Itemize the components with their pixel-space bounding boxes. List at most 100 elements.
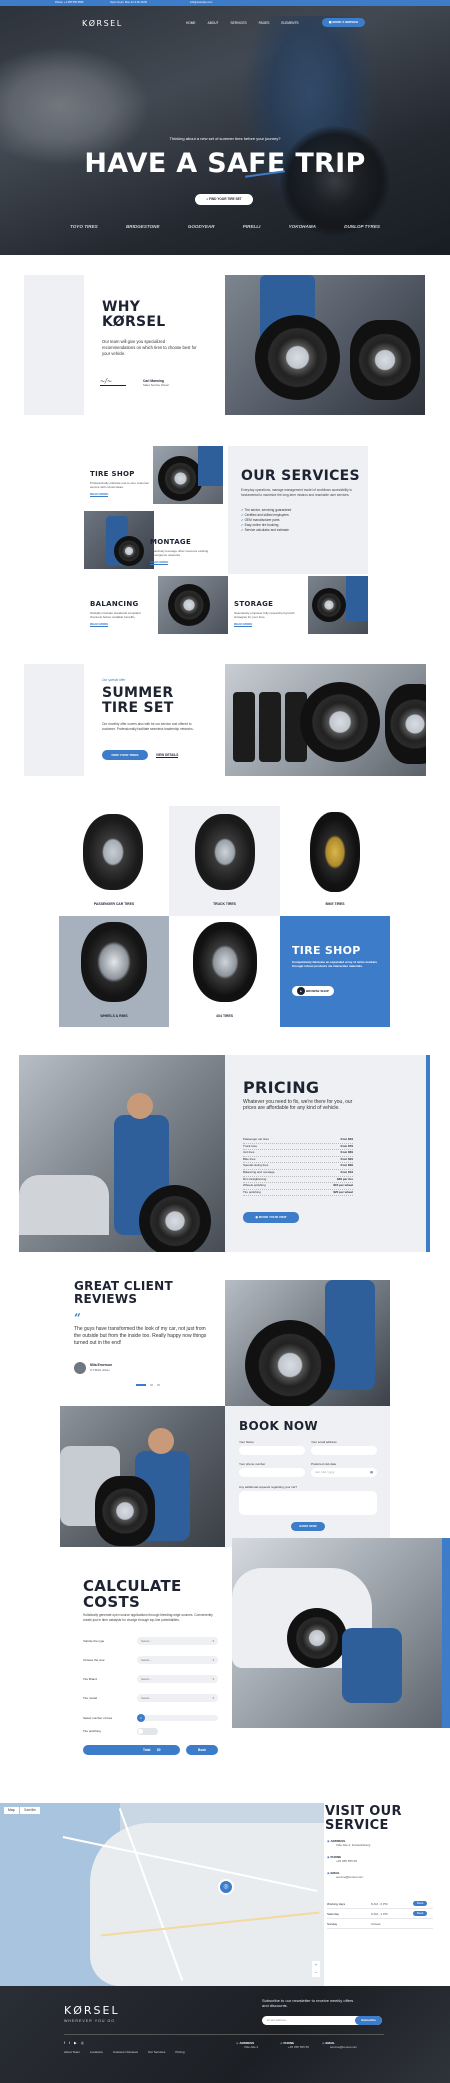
date-placeholder: mm / dd / yyyy bbox=[315, 1470, 335, 1474]
instagram-icon[interactable]: ◎ bbox=[81, 2041, 84, 2046]
twitter-icon[interactable]: t bbox=[69, 2041, 70, 2046]
polish-toggle[interactable] bbox=[137, 1728, 158, 1735]
subscribe-button[interactable]: Subscribe bbox=[355, 2016, 382, 2025]
email-value[interactable]: service@korsel.com bbox=[327, 1875, 363, 1879]
read-more-link[interactable]: READ MORE bbox=[90, 492, 109, 497]
land-area bbox=[90, 1823, 324, 1986]
calc-select[interactable]: Select... ▾ bbox=[137, 1656, 218, 1664]
product-wheels[interactable]: WHEELS & RIMS bbox=[59, 916, 169, 1027]
nav-logo[interactable]: KØRSEL bbox=[82, 19, 123, 30]
footer-email-value[interactable]: service@korsel.com bbox=[322, 2045, 357, 2049]
slider-handle[interactable]: 1 bbox=[137, 1714, 145, 1722]
footer-link[interactable]: Customer Reviews bbox=[113, 2050, 138, 2054]
product-truck[interactable]: TRUCK TIRES bbox=[169, 806, 280, 916]
summer-title-line-2: TIRE SET bbox=[102, 700, 174, 716]
calc-field-row: Tire model Select... ▾ bbox=[83, 1694, 218, 1713]
read-more-link[interactable]: READ MORE bbox=[150, 560, 169, 565]
calc-select[interactable]: Select... ▾ bbox=[137, 1694, 218, 1702]
phone-field[interactable] bbox=[239, 1468, 305, 1477]
review-pagination[interactable] bbox=[136, 1384, 160, 1386]
book-now-button[interactable]: BOOK NOW bbox=[291, 1522, 325, 1531]
map-tab-map[interactable]: Map bbox=[4, 1807, 19, 1814]
calc-select[interactable]: Select... ▾ bbox=[137, 1637, 218, 1645]
footer-link[interactable]: Pricing bbox=[175, 2050, 184, 2054]
facebook-icon[interactable]: f bbox=[64, 2041, 65, 2046]
product-label: WHEELS & RIMS bbox=[100, 1014, 128, 1018]
extra-textarea[interactable] bbox=[239, 1491, 377, 1515]
find-tire-button[interactable]: ● FIND YOUR TIRE SET bbox=[195, 194, 253, 205]
hours-time: Closed bbox=[371, 1922, 381, 1926]
tire-image bbox=[158, 456, 203, 501]
nav-item-about[interactable]: ABOUT bbox=[208, 21, 219, 25]
footer-link[interactable]: About Team bbox=[64, 2050, 80, 2054]
service-balancing[interactable]: BALANCING Globally incubate standards co… bbox=[90, 600, 152, 627]
phone-value[interactable]: +45 355 555 55 bbox=[327, 1859, 357, 1863]
pagination-dot[interactable] bbox=[150, 1384, 153, 1386]
price-value: from $49 bbox=[340, 1137, 353, 1141]
find-tires-button[interactable]: FIND YOUR TIRES bbox=[102, 750, 148, 760]
book-photo bbox=[60, 1406, 225, 1547]
visit-title-line-1: VISIT OUR bbox=[325, 1804, 402, 1819]
footer-links: About Team Locations Customer Reviews Ou… bbox=[64, 2050, 185, 2054]
name-field[interactable] bbox=[239, 1446, 305, 1455]
footer-link[interactable]: Locations bbox=[90, 2050, 103, 2054]
nav-item-services[interactable]: SERVICES bbox=[231, 21, 247, 25]
service-tire-shop[interactable]: TIRE SHOP Professionally cultivate one-t… bbox=[90, 470, 150, 497]
pagination-dot[interactable] bbox=[136, 1384, 146, 1386]
book-service-button[interactable]: ▣ BOOK A SERVICE bbox=[322, 18, 365, 27]
why-title-line-2: KØRSEL bbox=[102, 314, 166, 330]
read-more-link[interactable]: READ MORE bbox=[90, 622, 109, 627]
address-block: ◉ ADDRESS Vitte Alle 2, Frederiksberg bbox=[327, 1839, 370, 1847]
product-bike[interactable]: BIKE TIRES bbox=[280, 806, 390, 916]
footer-link[interactable]: Our Services bbox=[148, 2050, 165, 2054]
date-field[interactable]: mm / dd / yyyy ▦ bbox=[311, 1468, 377, 1477]
tire-image bbox=[350, 320, 420, 400]
accent-stripe bbox=[442, 1538, 450, 1728]
nav-item-elements[interactable]: ELEMENTS bbox=[281, 21, 298, 25]
hours-book-tag[interactable]: Book bbox=[413, 1900, 428, 1906]
map-pin-icon[interactable]: ◎ bbox=[218, 1879, 234, 1895]
browse-shop-button[interactable]: ▸ BROWSE SHOP bbox=[292, 986, 334, 996]
footer-logo[interactable]: KØRSEL bbox=[64, 2004, 120, 2019]
calc-field-label: Tire model bbox=[83, 1696, 98, 1700]
mechanic-head bbox=[127, 1093, 153, 1119]
product-4x4[interactable]: 4X4 TIRES bbox=[169, 916, 280, 1027]
service-title: TIRE SHOP bbox=[90, 470, 135, 478]
product-label: BIKE TIRES bbox=[325, 902, 345, 906]
map[interactable]: Map Satellite ◎ + − bbox=[0, 1803, 324, 1986]
youtube-icon[interactable]: ▶ bbox=[74, 2041, 77, 2046]
nav-item-pages[interactable]: PAGES bbox=[259, 21, 270, 25]
map-tab-satellite[interactable]: Satellite bbox=[20, 1807, 41, 1814]
email-field[interactable] bbox=[311, 1446, 377, 1455]
chevron-down-icon: ▾ bbox=[212, 1696, 214, 1700]
summer-title-line-1: SUMMER bbox=[102, 685, 174, 701]
worker-figure bbox=[346, 576, 368, 621]
hours-day: Working days bbox=[327, 1902, 346, 1906]
tire-count-slider[interactable]: 1 bbox=[137, 1714, 218, 1722]
product-passenger[interactable]: PASSENGER CAR TIRES bbox=[59, 806, 169, 916]
book-visit-button[interactable]: ◉ BOOK YOUR VISIT bbox=[243, 1212, 299, 1223]
mechanic-head bbox=[148, 1428, 174, 1454]
book-service-label: BOOK A SERVICE bbox=[332, 20, 359, 24]
service-storage[interactable]: STORAGE Seamlessly empower fully researc… bbox=[234, 600, 304, 627]
hours-book-tag[interactable]: Book bbox=[413, 1910, 428, 1916]
view-details-link[interactable]: VIEW DETAILS bbox=[156, 753, 179, 759]
pagination-dot[interactable] bbox=[157, 1384, 160, 1386]
price-row: Wheels polishing $15 per wheel bbox=[243, 1183, 353, 1190]
price-name: Special racing tires bbox=[243, 1163, 269, 1168]
review-quote: The guys have transformed the look of my… bbox=[74, 1326, 207, 1346]
chevron-down-icon: ▾ bbox=[212, 1639, 214, 1643]
read-more-link[interactable]: READ MORE bbox=[234, 622, 253, 627]
map-zoom-control[interactable]: + − bbox=[312, 1961, 320, 1977]
service-montage[interactable]: MONTAGE Proactively leverage other resou… bbox=[150, 538, 210, 565]
calc-select[interactable]: Select... ▾ bbox=[137, 1675, 218, 1683]
tire-image bbox=[168, 584, 210, 626]
nav-item-home[interactable]: HOME bbox=[186, 21, 196, 25]
calc-book-button[interactable]: Book bbox=[186, 1745, 218, 1755]
calc-photo bbox=[232, 1538, 450, 1728]
why-text: Our team will give you specialized recom… bbox=[102, 339, 197, 356]
why-grey-block bbox=[24, 275, 84, 415]
footer-phone-value[interactable]: +45 355 555 55 bbox=[280, 2045, 309, 2049]
hero-kicker: Thinking about a new set of summer tires… bbox=[169, 136, 281, 141]
footer-email-label: EMAIL bbox=[325, 2041, 335, 2045]
